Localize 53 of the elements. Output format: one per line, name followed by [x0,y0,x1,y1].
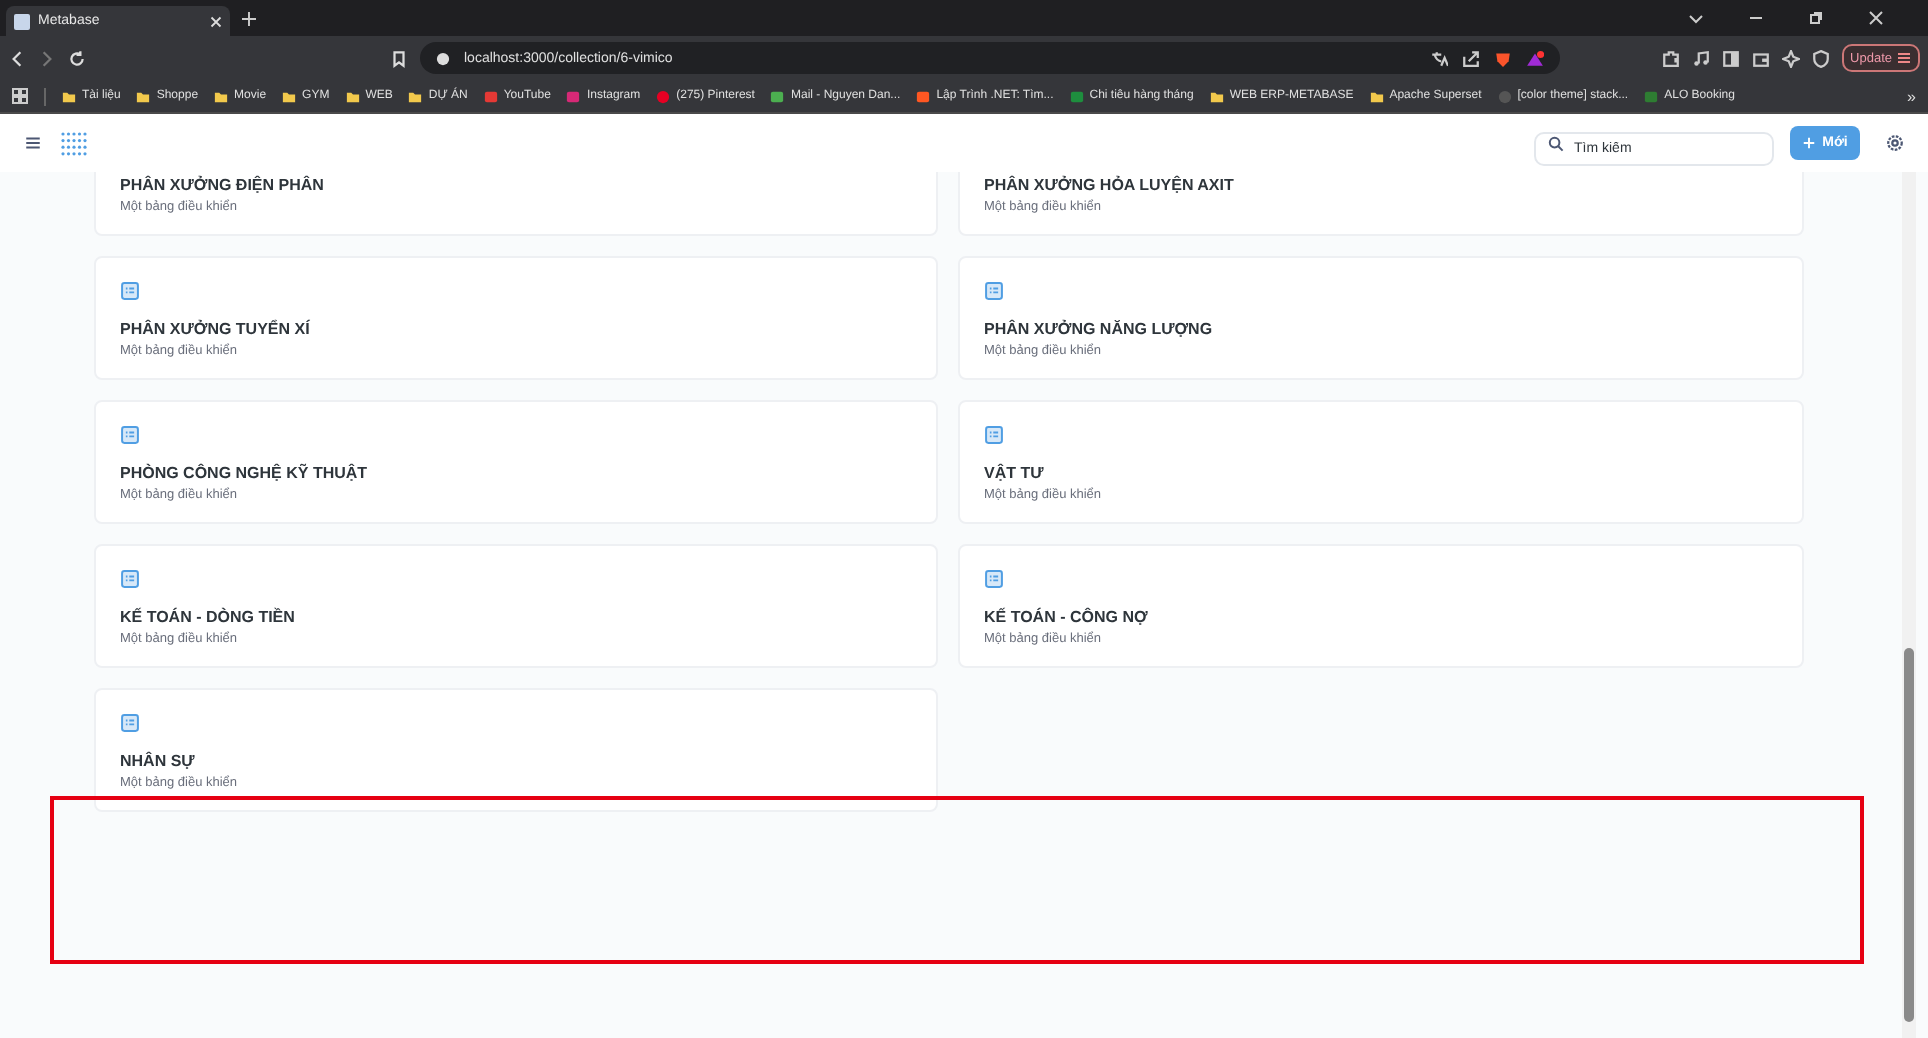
menu-icon[interactable] [24,134,42,152]
sidebar-icon[interactable] [1722,49,1741,67]
dashboard-icon [984,570,1004,588]
more-bookmarks-button[interactable]: » [1907,87,1916,105]
close-icon[interactable] [1868,10,1884,26]
restore-icon[interactable] [1808,10,1824,26]
card-title: PHÂN XƯỞNG HỎA LUYỆN AXIT [984,176,1236,194]
scrollbar-thumb[interactable] [1904,648,1914,1022]
folder-icon [136,89,151,103]
dashboard-icon [120,426,140,444]
folder-icon [408,89,423,103]
translate-icon[interactable] [1430,49,1448,67]
settings-icon[interactable] [1886,134,1904,152]
wallet-icon[interactable] [1752,49,1771,67]
dashboard-icon [984,282,1004,300]
shield-icon[interactable] [1812,49,1831,67]
apps-grid-icon[interactable] [12,88,28,104]
puzzle-icon[interactable] [1662,49,1681,67]
card-title: PHÂN XƯỞNG ĐIỆN PHÂN [120,176,326,194]
card-title: VẬT TƯ [984,464,1046,482]
folder-icon [1209,89,1224,103]
share-icon[interactable] [1462,49,1480,67]
folder-icon [62,89,76,103]
dashboard-icon [984,426,1004,444]
menu-icon [1896,50,1912,66]
folder-icon [282,89,297,103]
card-title: PHÒNG CÔNG NGHỆ KỸ THUẬT [120,464,370,482]
lion-shield-icon[interactable] [1494,49,1512,67]
folder-icon [345,89,360,103]
card-title: NHÂN SỰ [120,752,197,770]
folder-icon [1369,89,1384,103]
card-title: PHÂN XƯỞNG TUYỂN XÍ [120,320,312,338]
search-icon [1548,135,1564,151]
close-icon[interactable] [210,15,222,27]
dashboard-icon [120,570,140,588]
folder-icon [214,89,229,103]
forward-icon[interactable] [38,49,56,67]
bookmark-icon[interactable] [390,49,408,67]
info-icon [436,51,450,65]
reload-icon[interactable] [68,49,86,67]
plus-icon[interactable] [242,11,256,25]
dot-grid-logo-icon[interactable] [60,129,88,157]
back-icon[interactable] [8,49,26,67]
card-title: PHÂN XƯỞNG NĂNG LƯỢNG [984,320,1215,338]
triangle-badge-icon[interactable] [1526,49,1544,67]
chevron-down-icon[interactable] [1688,10,1704,26]
sparkle-icon[interactable] [1782,49,1801,67]
card-title: KẾ TOÁN - CÔNG NỢ [984,608,1150,626]
music-icon[interactable] [1692,49,1711,67]
dashboard-icon [120,714,140,732]
plus-icon [1802,136,1817,150]
card-title: KẾ TOÁN - DÒNG TIỀN [120,608,297,626]
dashboard-icon [120,282,140,300]
